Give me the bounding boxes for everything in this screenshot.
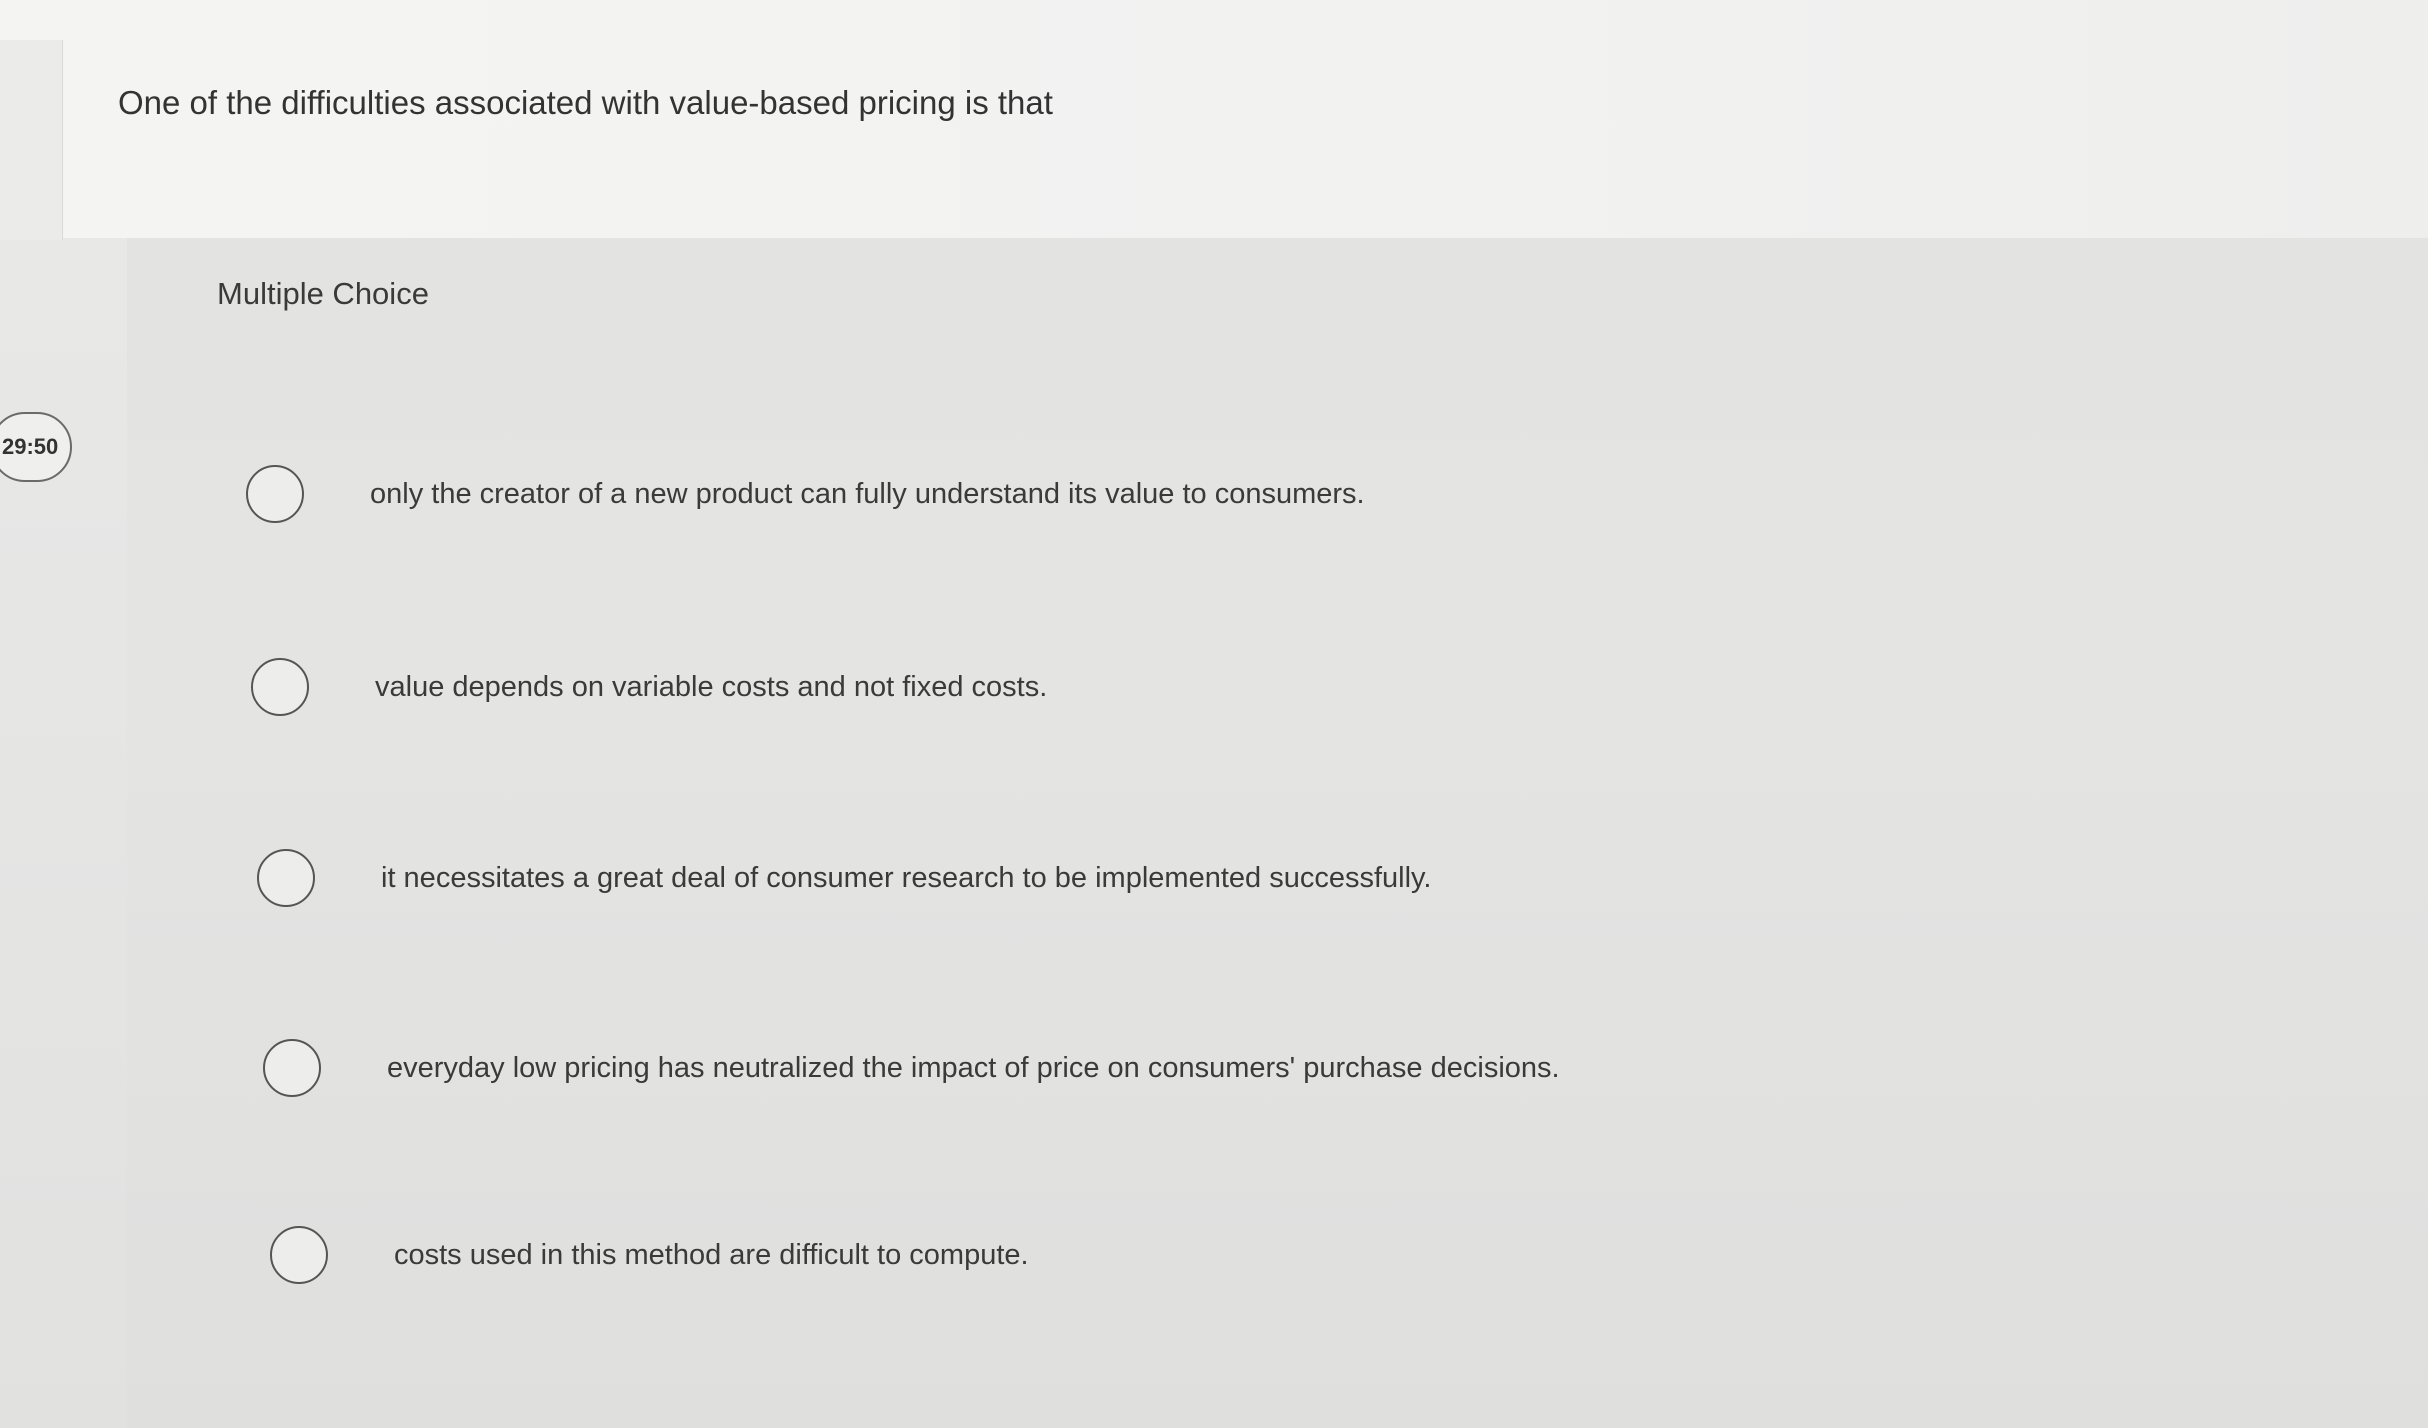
radio-button-icon[interactable] — [263, 1039, 321, 1097]
answer-option-2[interactable]: value depends on variable costs and not … — [251, 658, 1047, 716]
radio-button-icon[interactable] — [270, 1226, 328, 1284]
answer-option-1[interactable]: only the creator of a new product can fu… — [246, 465, 1365, 523]
radio-button-icon[interactable] — [251, 658, 309, 716]
answer-option-label: it necessitates a great deal of consumer… — [381, 861, 1432, 894]
radio-button-icon[interactable] — [246, 465, 304, 523]
left-panel-edge — [0, 40, 63, 240]
answer-option-label: value depends on variable costs and not … — [375, 670, 1048, 703]
answer-option-5[interactable]: costs used in this method are difficult … — [270, 1226, 1029, 1284]
timer-badge[interactable]: 29:50 — [0, 412, 72, 482]
question-text: One of the difficulties associated with … — [118, 84, 1053, 121]
answer-option-label: costs used in this method are difficult … — [394, 1238, 1029, 1271]
question-type-label: Multiple Choice — [217, 276, 429, 311]
radio-button-icon[interactable] — [257, 849, 315, 907]
answer-option-label: everyday low pricing has neutralized the… — [387, 1051, 1560, 1084]
answer-option-3[interactable]: it necessitates a great deal of consumer… — [257, 849, 1431, 907]
answer-option-label: only the creator of a new product can fu… — [370, 477, 1365, 510]
answer-option-4[interactable]: everyday low pricing has neutralized the… — [263, 1039, 1560, 1097]
